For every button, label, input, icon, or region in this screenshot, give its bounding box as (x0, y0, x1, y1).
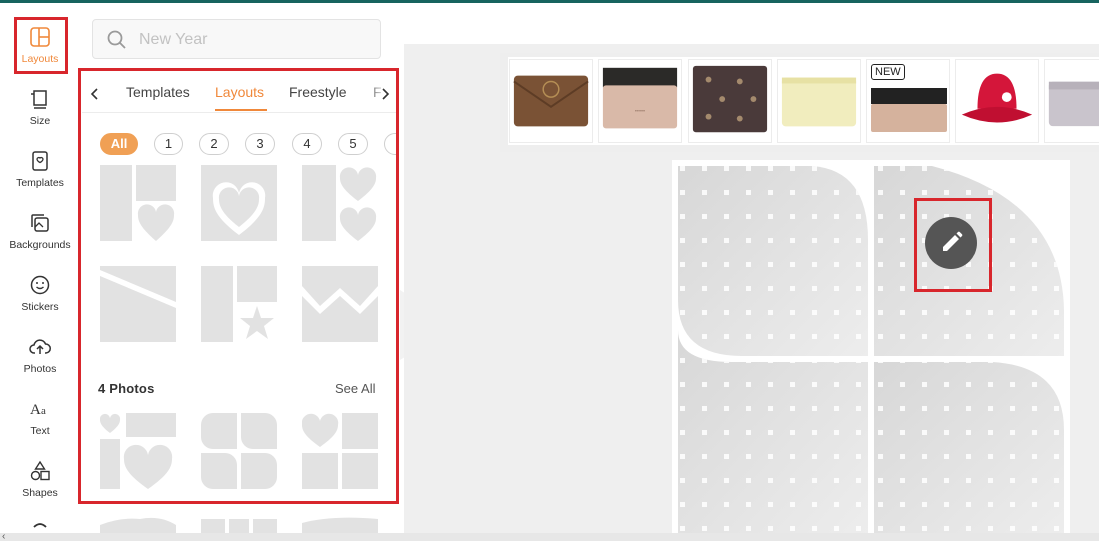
product-thumbnail-new[interactable]: NEW (866, 59, 950, 143)
product-thumbnail[interactable] (955, 59, 1039, 143)
chevron-right-icon[interactable] (378, 86, 392, 102)
chip-2[interactable]: 2 (199, 133, 229, 155)
layout-thumbnail[interactable] (201, 413, 277, 489)
see-all-link[interactable]: See All (335, 381, 375, 396)
category-tabs: Templates Layouts Freestyle F (82, 76, 398, 112)
tab-templates[interactable]: Templates (126, 84, 190, 100)
chip-5[interactable]: 5 (338, 133, 368, 155)
rail-item-stickers[interactable]: Stickers (0, 273, 80, 313)
layout-thumbnail[interactable] (100, 266, 176, 342)
cloud-upload-icon (29, 339, 51, 354)
chip-6[interactable]: 6 (384, 133, 396, 155)
svg-text:a: a (41, 405, 46, 417)
rail-item-shapes[interactable]: Shapes (0, 459, 80, 499)
layout-thumbnail[interactable] (201, 165, 277, 241)
chip-1[interactable]: 1 (154, 133, 183, 155)
scroll-left-icon[interactable]: ‹ (2, 531, 5, 542)
horizontal-scrollbar[interactable]: ‹ (0, 531, 1099, 542)
design-canvas[interactable] (672, 160, 1070, 535)
rail-label: Layouts (21, 53, 59, 65)
svg-text:•••••: ••••• (635, 109, 645, 115)
chevron-left-icon[interactable] (88, 86, 102, 102)
rail-label: Backgrounds (9, 239, 71, 251)
rail-item-size[interactable]: Size (0, 87, 80, 127)
rail-label: Stickers (21, 301, 59, 313)
layout-thumbnail[interactable] (100, 413, 176, 489)
product-strip-inner: ••••• NEW (508, 57, 1099, 145)
section-title: 4 Photos (98, 381, 155, 396)
rail-label: Text (30, 425, 50, 437)
search-icon (107, 30, 126, 49)
layouts-panel: Templates Layouts Freestyle F All 1 2 3 … (80, 3, 400, 535)
layout-thumbnail[interactable] (302, 165, 378, 241)
layout-thumbnail[interactable] (302, 413, 378, 489)
search-input[interactable] (139, 29, 369, 51)
rail-item-photos[interactable]: Photos (0, 335, 80, 375)
rail-label: Photos (23, 363, 57, 375)
layout-icon (30, 27, 50, 47)
rail-item-text[interactable]: A a Text (0, 397, 80, 437)
product-strip: ••••• NEW (500, 53, 1099, 152)
edit-button[interactable] (925, 217, 977, 269)
rail-item-layouts[interactable]: Layouts (0, 25, 80, 65)
chip-4[interactable]: 4 (292, 133, 322, 155)
template-icon (32, 151, 48, 171)
active-tab-underline (215, 109, 267, 111)
crop-icon (31, 90, 47, 109)
pencil-icon (943, 231, 963, 251)
rail-item-backgrounds[interactable]: Backgrounds (0, 211, 80, 251)
product-thumbnail[interactable]: ••••• (598, 59, 682, 143)
chip-all[interactable]: All (100, 133, 138, 155)
rail-label: Shapes (22, 487, 58, 499)
backgrounds-icon (31, 214, 49, 232)
photo-count-filter: All 1 2 3 4 5 6 (100, 133, 396, 157)
rail-label: Templates (16, 177, 64, 189)
text-icon: A a (30, 402, 46, 418)
rail-label: Size (29, 115, 51, 127)
tabs-divider (82, 112, 398, 113)
product-thumbnail[interactable] (688, 59, 772, 143)
svg-text:A: A (30, 402, 41, 418)
layout-thumbnail[interactable] (201, 266, 277, 342)
search-box[interactable] (92, 19, 381, 59)
layout-thumbnail[interactable] (100, 515, 176, 535)
rail-item-templates[interactable]: Templates (0, 149, 80, 189)
layout-thumbnail[interactable] (201, 515, 277, 535)
layout-thumbnail[interactable] (302, 266, 378, 342)
layout-thumbnail[interactable] (100, 165, 176, 241)
product-thumbnail[interactable] (509, 59, 593, 143)
layout-thumbnail[interactable] (302, 515, 378, 535)
chip-3[interactable]: 3 (245, 133, 275, 155)
tab-layouts[interactable]: Layouts (215, 84, 264, 100)
left-tool-rail: Layouts Size Templates Backgrounds Stick… (0, 3, 80, 535)
smiley-icon (30, 275, 50, 295)
shapes-icon (30, 460, 50, 481)
product-thumbnail[interactable] (1044, 59, 1099, 143)
tab-freestyle[interactable]: Freestyle (289, 84, 347, 100)
product-thumbnail[interactable] (777, 59, 861, 143)
new-badge: NEW (871, 64, 905, 80)
